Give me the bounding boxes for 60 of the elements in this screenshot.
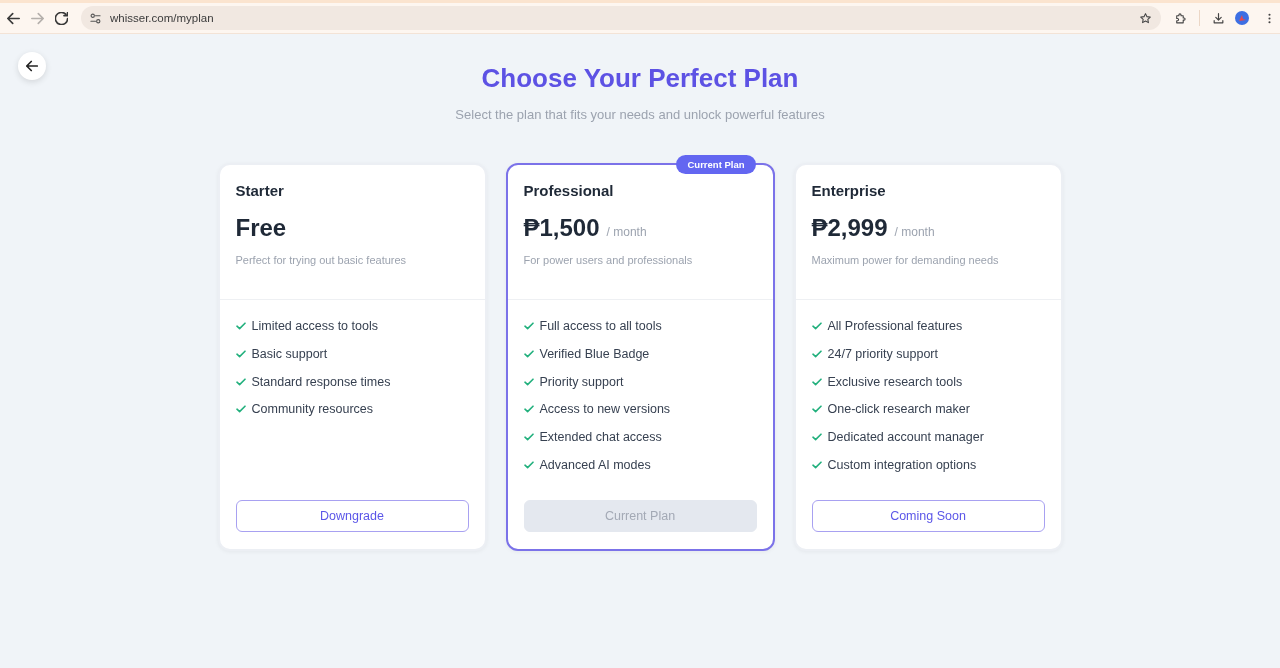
check-icon xyxy=(811,461,822,469)
price-period: / month xyxy=(606,225,647,239)
check-icon xyxy=(523,349,534,358)
feature-text: All Professional features xyxy=(827,318,963,335)
reload-icon[interactable] xyxy=(55,11,68,25)
feature-text: Basic support xyxy=(251,345,328,363)
check-icon xyxy=(235,322,246,330)
plan-name: Enterprise xyxy=(811,181,887,201)
feature-text: One-click research maker xyxy=(827,401,970,419)
plan-button[interactable]: Coming Soon xyxy=(811,500,1045,532)
feature-text: Dedicated account manager xyxy=(827,429,984,447)
check-icon xyxy=(235,377,246,386)
feature-text: Advanced AI modes xyxy=(539,457,651,474)
page-subtitle: Select the plan that fits your needs and unlock powerful features xyxy=(455,106,825,124)
plan-button[interactable]: Downgrade xyxy=(235,500,469,532)
download-icon[interactable] xyxy=(1212,11,1225,25)
more-menu-icon[interactable] xyxy=(1268,12,1271,24)
plan-price: ₱2,999 xyxy=(811,213,888,243)
address-bar[interactable]: whisser.com/myplan xyxy=(81,6,1161,30)
plan-price: Free xyxy=(235,213,287,243)
check-icon xyxy=(811,377,822,386)
plan-name: Professional xyxy=(523,181,615,201)
feature-text: Community resources xyxy=(251,401,374,419)
star-icon[interactable] xyxy=(1139,11,1152,25)
current-plan-badge: Current Plan xyxy=(676,155,756,174)
page-title: Choose Your Perfect Plan xyxy=(481,62,799,94)
feature-text: Exclusive research tools xyxy=(827,373,963,391)
price-period: / month xyxy=(894,225,935,239)
feature-text: Access to new versions xyxy=(539,401,671,419)
plan-description: Perfect for trying out basic features xyxy=(235,253,408,268)
site-settings-icon[interactable] xyxy=(90,12,101,24)
feature-text: Extended chat access xyxy=(539,429,662,447)
puzzle-icon[interactable] xyxy=(1174,11,1187,25)
back-button[interactable] xyxy=(18,52,46,80)
feature-text: Priority support xyxy=(539,373,624,391)
check-icon xyxy=(235,405,246,414)
check-icon xyxy=(811,322,822,330)
arrow-left-icon xyxy=(26,60,38,72)
check-icon xyxy=(235,349,246,358)
check-icon xyxy=(523,433,534,442)
feature-text: Custom integration options xyxy=(827,457,977,474)
plan-description: Maximum power for demanding needs xyxy=(811,253,1000,268)
feature-text: Limited access to tools xyxy=(251,318,378,335)
feature-text: 24/7 priority support xyxy=(827,345,938,363)
plan-price: ₱1,500 xyxy=(523,213,600,243)
feature-text: Full access to all tools xyxy=(539,318,662,335)
check-icon xyxy=(811,433,822,442)
arrow-left-icon[interactable] xyxy=(7,11,20,25)
avatar-icon[interactable] xyxy=(1235,11,1249,25)
feature-text: Verified Blue Badge xyxy=(539,345,650,363)
url-text: whisser.com/myplan xyxy=(110,12,214,24)
check-icon xyxy=(811,405,822,414)
check-icon xyxy=(523,322,534,330)
check-icon xyxy=(523,405,534,414)
feature-text: Standard response times xyxy=(251,373,391,391)
check-icon xyxy=(523,377,534,386)
check-icon xyxy=(523,461,534,469)
plan-name: Starter xyxy=(235,181,285,201)
check-icon xyxy=(811,349,822,358)
plan-description: For power users and professionals xyxy=(523,253,694,268)
